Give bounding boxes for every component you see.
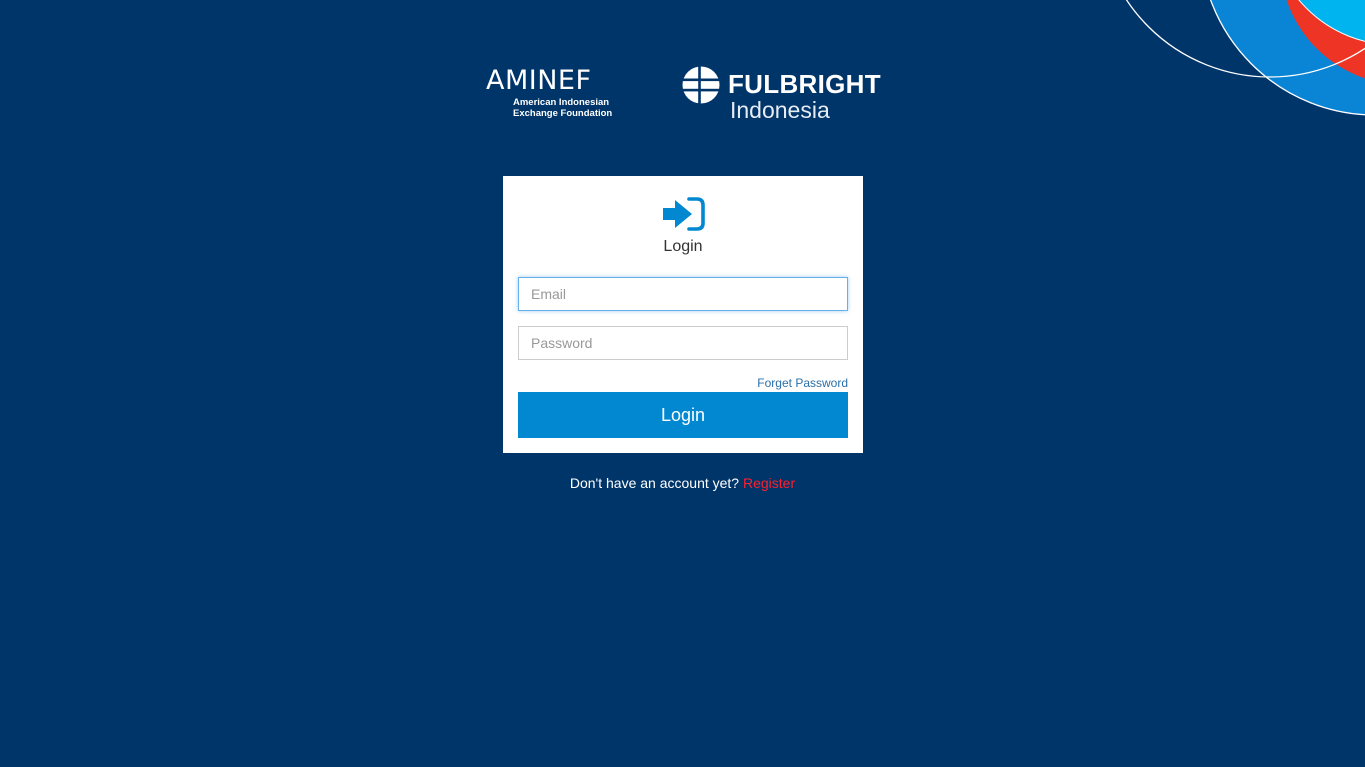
register-prompt: Don't have an account yet? Register	[0, 475, 1365, 491]
fulbright-wordmark: FULBRIGHT	[728, 69, 881, 99]
aminef-wordmark: AMINEF	[486, 65, 592, 96]
fulbright-globe-icon	[682, 66, 720, 104]
partner-logos: AMINEF American Indonesian Exchange Foun…	[486, 62, 886, 126]
login-card: Login Forget Password Login	[503, 176, 863, 453]
email-input[interactable]	[518, 277, 848, 311]
fulbright-logo: FULBRIGHT Indonesia	[682, 66, 892, 126]
aminef-tagline-line1: American Indonesian	[513, 97, 610, 108]
password-input[interactable]	[518, 326, 848, 360]
register-link[interactable]: Register	[743, 475, 795, 491]
fulbright-country: Indonesia	[730, 97, 830, 123]
aminef-tagline: American Indonesian Exchange Foundation	[513, 97, 612, 119]
login-title: Login	[663, 238, 703, 255]
sign-in-icon	[663, 197, 705, 231]
corner-decoration	[1125, 0, 1365, 116]
aminef-logo: AMINEF American Indonesian Exchange Foun…	[486, 65, 622, 120]
login-page: AMINEF American Indonesian Exchange Foun…	[0, 0, 1365, 767]
forget-password-link[interactable]: Forget Password	[757, 376, 848, 390]
register-prompt-text: Don't have an account yet?	[569, 475, 740, 491]
aminef-tagline-line2: Exchange Foundation	[513, 108, 613, 119]
login-button[interactable]: Login	[518, 392, 848, 438]
